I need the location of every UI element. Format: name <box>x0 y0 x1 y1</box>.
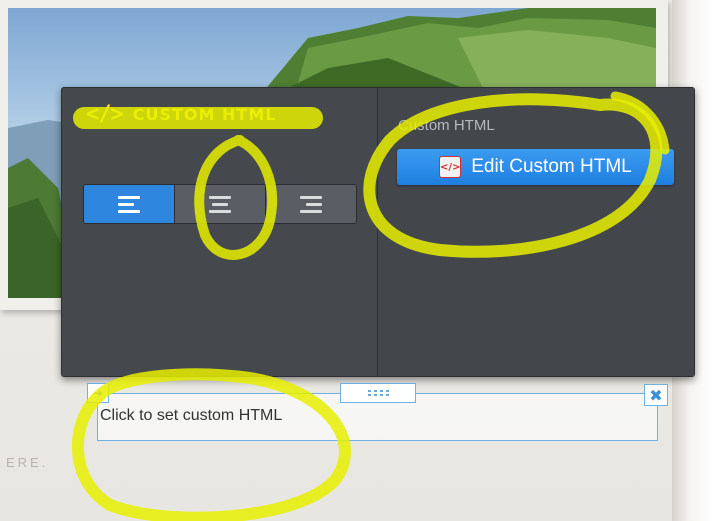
popup-right-panel: Custom HTML </> Edit Custom HTML <box>378 88 694 376</box>
edit-custom-html-button[interactable]: </> Edit Custom HTML <box>397 149 674 185</box>
custom-html-label: Custom HTML <box>398 117 495 134</box>
widget-placeholder-text[interactable]: Click to set custom HTML <box>100 407 282 425</box>
align-center-button[interactable] <box>175 185 266 223</box>
arrow-icon[interactable]: ➜ <box>87 383 109 403</box>
html-edit-icon: </> <box>439 156 462 178</box>
code-icon: </> <box>86 102 124 127</box>
align-left-button[interactable] <box>84 185 175 223</box>
align-right-icon <box>300 195 322 213</box>
popup-header: </> CUSTOM HTML <box>86 102 276 127</box>
popup-left-panel: </> CUSTOM HTML <box>62 88 377 376</box>
align-left-icon <box>118 195 140 213</box>
drag-handle[interactable] <box>340 383 416 403</box>
align-center-icon <box>209 195 231 213</box>
footer-text: ERE. <box>6 455 49 470</box>
drag-dots-icon <box>367 390 389 396</box>
close-icon[interactable]: ✖ <box>644 384 668 406</box>
popup-title: CUSTOM HTML <box>132 105 277 124</box>
edit-custom-html-label: Edit Custom HTML <box>471 156 632 177</box>
custom-html-popup: </> CUSTOM HTML Custom HTML </> Edit Cus… <box>61 87 695 377</box>
alignment-button-group <box>83 184 357 224</box>
align-right-button[interactable] <box>266 185 356 223</box>
